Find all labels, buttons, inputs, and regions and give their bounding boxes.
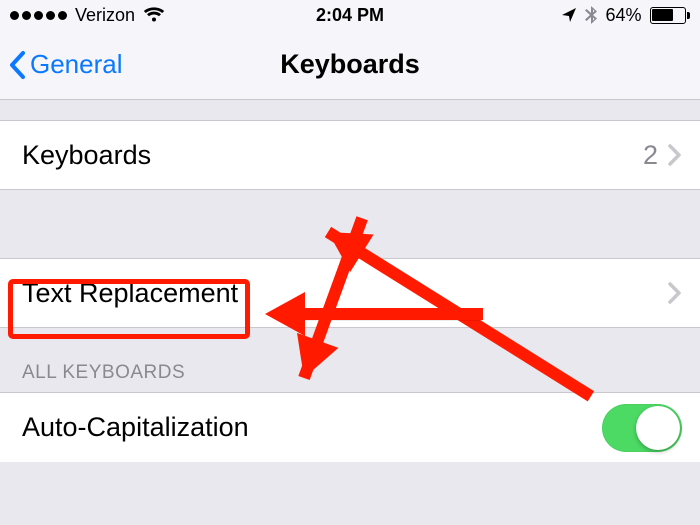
back-label: General xyxy=(30,49,123,80)
location-icon xyxy=(561,7,577,23)
spacer xyxy=(0,190,700,258)
carrier-label: Verizon xyxy=(75,5,135,26)
battery-icon xyxy=(650,7,691,24)
chevron-left-icon xyxy=(8,50,28,80)
text-replacement-label: Text Replacement xyxy=(22,278,668,309)
keyboards-label: Keyboards xyxy=(22,140,643,171)
status-bar: Verizon 2:04 PM 64% xyxy=(0,0,700,30)
bluetooth-icon xyxy=(585,6,597,24)
section-header-all-keyboards: ALL KEYBOARDS xyxy=(0,328,700,392)
nav-bar: General Keyboards xyxy=(0,30,700,100)
spacer xyxy=(0,100,700,120)
auto-capitalization-row[interactable]: Auto-Capitalization xyxy=(0,392,700,462)
keyboards-count: 2 xyxy=(643,140,658,171)
status-left: Verizon xyxy=(10,5,165,26)
auto-capitalization-label: Auto-Capitalization xyxy=(22,412,602,443)
signal-strength-icon xyxy=(10,11,67,20)
page-title: Keyboards xyxy=(280,49,420,80)
chevron-right-icon xyxy=(668,282,682,304)
keyboards-row[interactable]: Keyboards 2 xyxy=(0,120,700,190)
text-replacement-row[interactable]: Text Replacement xyxy=(0,258,700,328)
status-right: 64% xyxy=(561,5,690,26)
battery-percent-label: 64% xyxy=(605,5,641,26)
chevron-right-icon xyxy=(668,144,682,166)
wifi-icon xyxy=(143,7,165,23)
status-time: 2:04 PM xyxy=(316,5,384,26)
auto-capitalization-switch[interactable] xyxy=(602,404,682,452)
back-button[interactable]: General xyxy=(0,49,123,80)
